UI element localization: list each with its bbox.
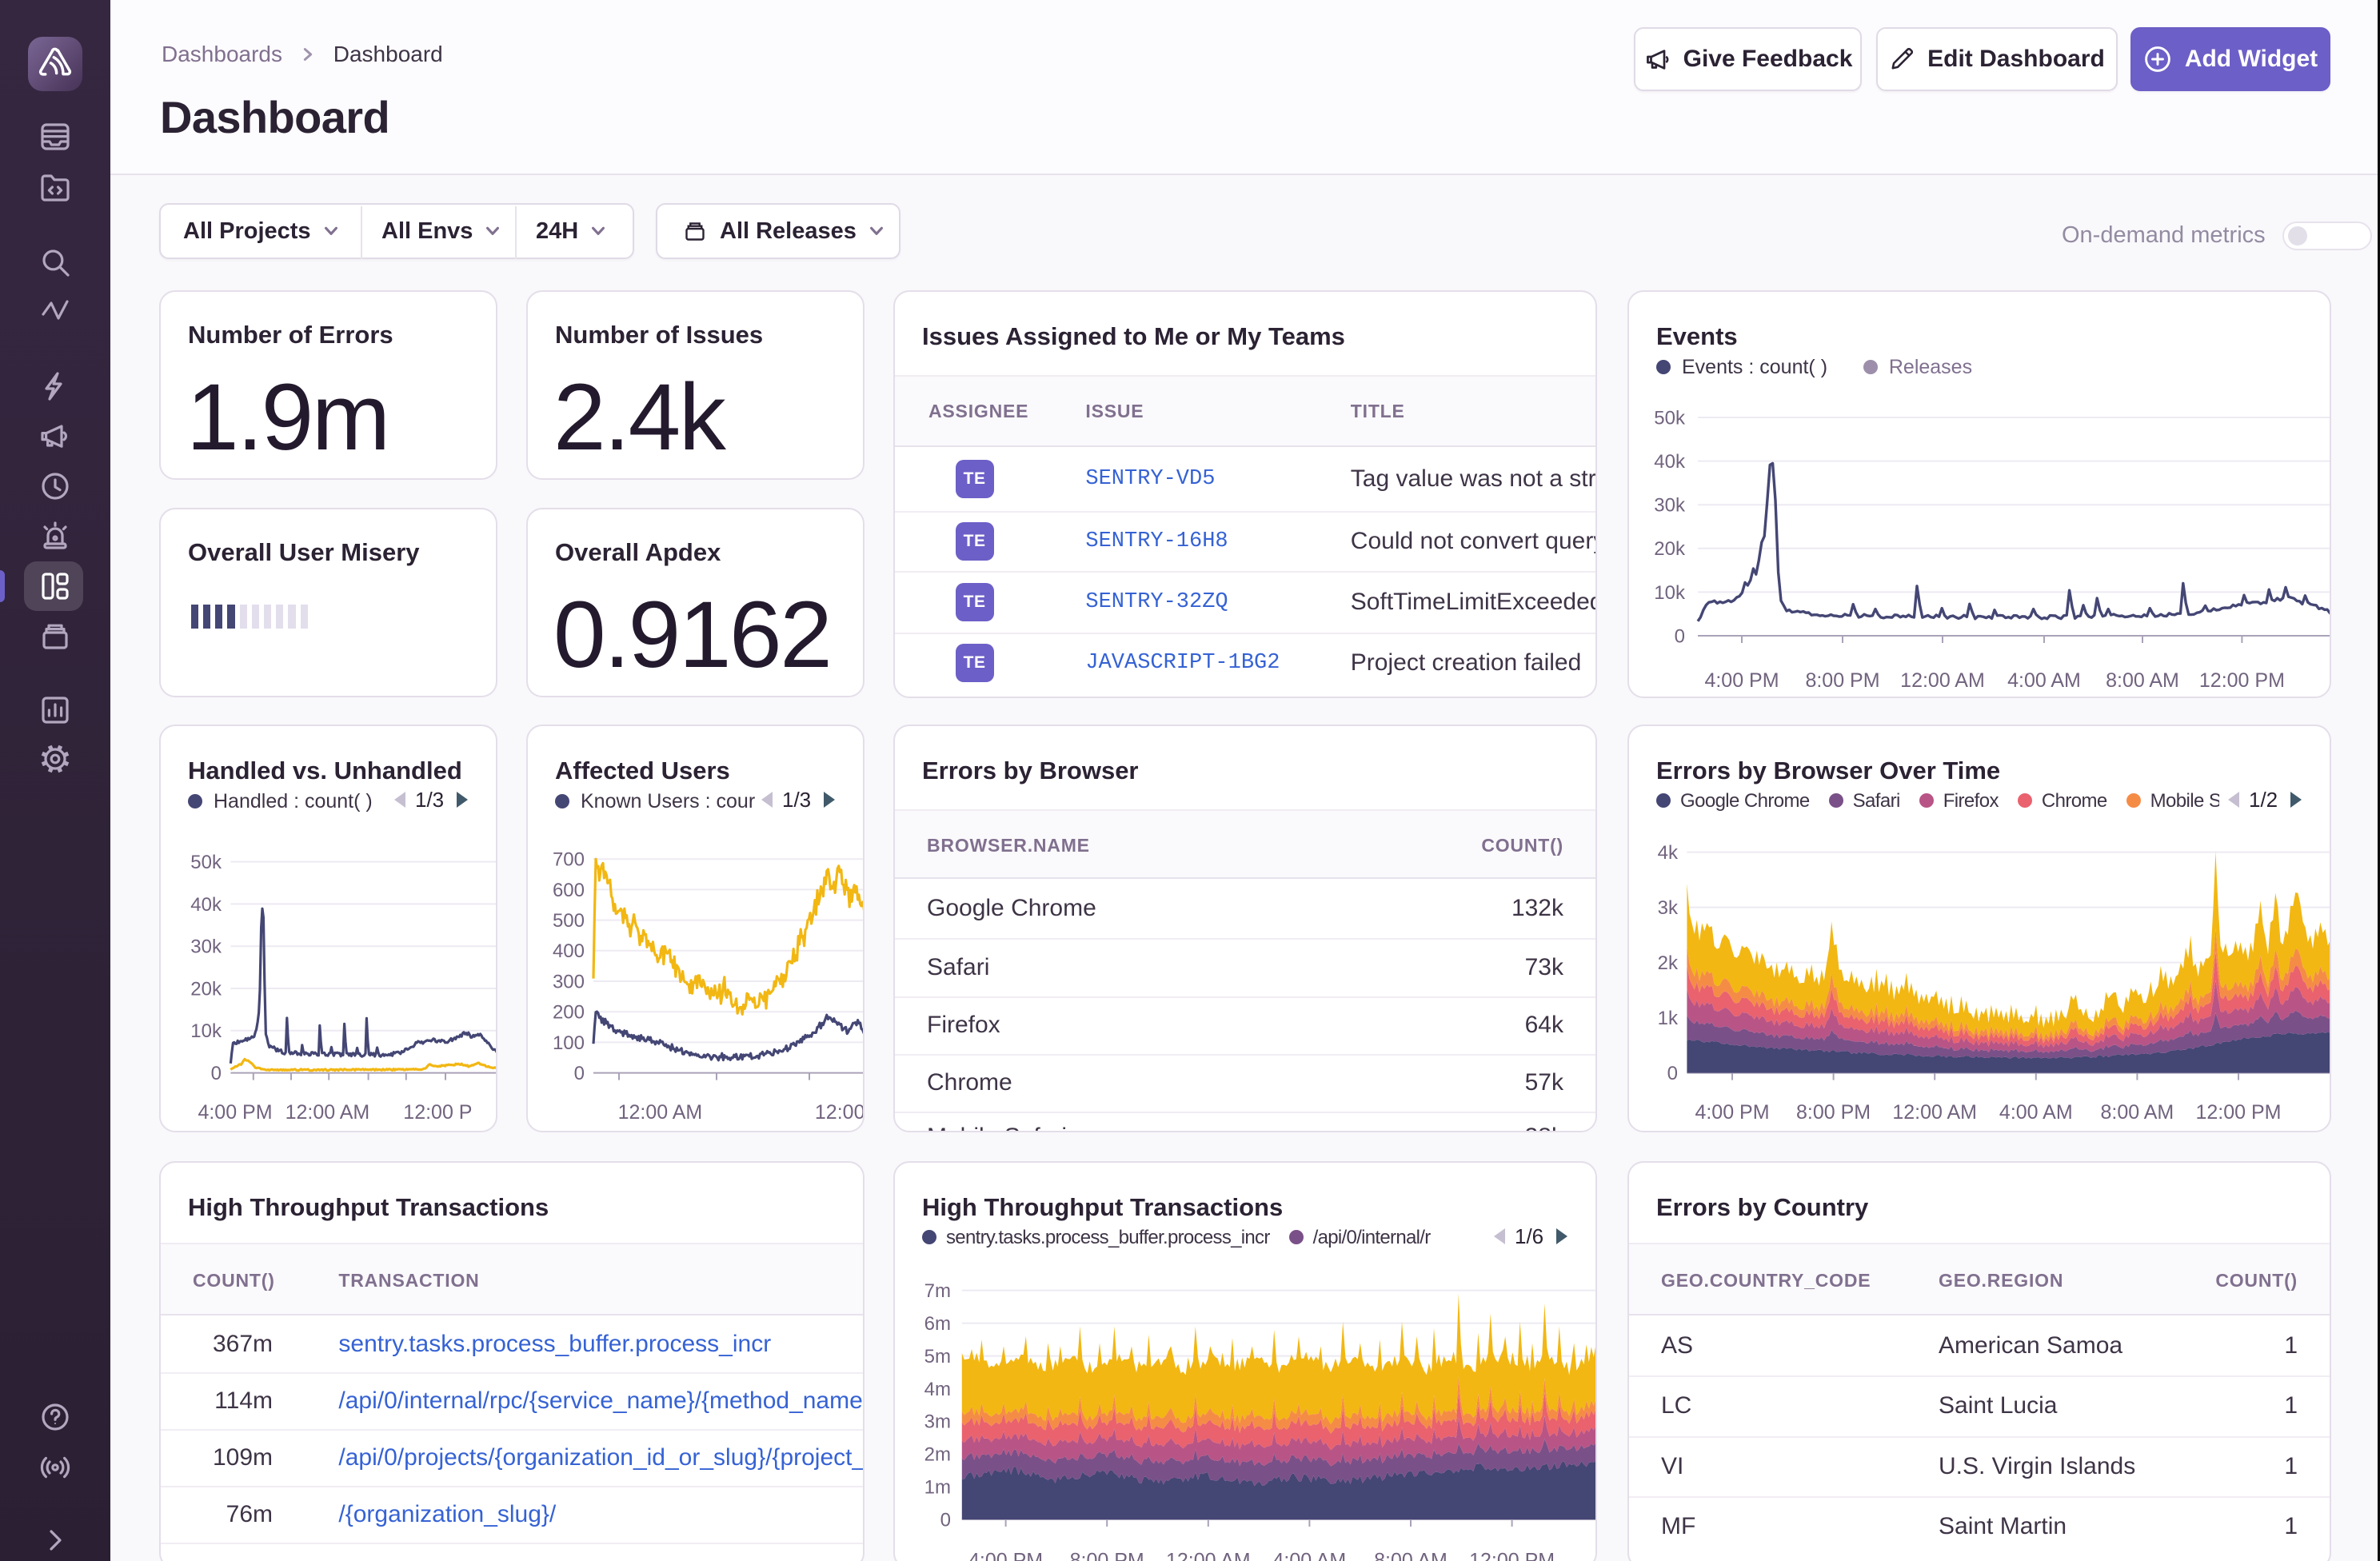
svg-text:8:00 AM: 8:00 AM	[2106, 669, 2179, 692]
svg-text:3m: 3m	[924, 1411, 951, 1433]
svg-text:12:00 AM: 12:00 AM	[1166, 1550, 1251, 1561]
svg-text:7m: 7m	[924, 1280, 951, 1302]
svg-text:10k: 10k	[1654, 582, 1686, 604]
svg-text:50k: 50k	[1654, 407, 1686, 429]
svg-text:20k: 20k	[190, 978, 222, 1000]
svg-text:12:00 PM: 12:00 PM	[2195, 1101, 2281, 1124]
svg-text:500: 500	[553, 910, 585, 932]
svg-text:8:00 AM: 8:00 AM	[1374, 1550, 1448, 1561]
svg-text:2k: 2k	[1658, 952, 1679, 974]
svg-text:300: 300	[553, 971, 585, 992]
svg-text:8:00 PM: 8:00 PM	[1070, 1550, 1144, 1561]
svg-text:12:00 AM: 12:00 AM	[618, 1101, 703, 1124]
svg-text:0: 0	[211, 1063, 222, 1084]
svg-text:12:00 AM: 12:00 AM	[1900, 669, 1985, 692]
svg-text:4:00 AM: 4:00 AM	[1273, 1550, 1347, 1561]
svg-text:12:00 AM: 12:00 AM	[286, 1101, 370, 1124]
svg-text:12:00 PM: 12:00 PM	[2199, 669, 2285, 692]
svg-text:4:00 PM: 4:00 PM	[198, 1101, 272, 1124]
svg-text:30k: 30k	[1654, 495, 1686, 517]
svg-text:600: 600	[553, 880, 585, 901]
svg-text:10k: 10k	[190, 1020, 222, 1042]
svg-text:700: 700	[553, 849, 585, 871]
svg-text:1m: 1m	[924, 1477, 951, 1499]
svg-text:4:00 AM: 4:00 AM	[1999, 1101, 2073, 1124]
svg-text:20k: 20k	[1654, 538, 1686, 560]
svg-text:8:00 AM: 8:00 AM	[2101, 1101, 2174, 1124]
svg-text:8:00 PM: 8:00 PM	[1805, 669, 1879, 692]
svg-text:0: 0	[574, 1063, 585, 1084]
svg-text:8:00 PM: 8:00 PM	[1796, 1101, 1871, 1124]
svg-text:12:00 AM: 12:00 AM	[1892, 1101, 1977, 1124]
svg-text:0: 0	[940, 1509, 951, 1531]
svg-text:12:00 P: 12:00 P	[403, 1101, 472, 1124]
svg-text:1k: 1k	[1658, 1008, 1679, 1029]
svg-text:50k: 50k	[190, 852, 222, 873]
svg-text:3k: 3k	[1658, 897, 1679, 919]
svg-text:30k: 30k	[190, 936, 222, 958]
svg-text:400: 400	[553, 940, 585, 962]
svg-text:4:00 PM: 4:00 PM	[1704, 669, 1779, 692]
svg-text:100: 100	[553, 1032, 585, 1054]
svg-text:200: 200	[553, 1002, 585, 1024]
svg-text:2m: 2m	[924, 1444, 951, 1466]
svg-text:4k: 4k	[1658, 842, 1679, 864]
svg-text:12:00 PM: 12:00 PM	[1469, 1550, 1555, 1561]
svg-text:4m: 4m	[924, 1379, 951, 1400]
svg-text:0: 0	[1667, 1063, 1678, 1084]
svg-text:5m: 5m	[924, 1346, 951, 1367]
svg-text:6m: 6m	[924, 1313, 951, 1335]
svg-text:4:00 AM: 4:00 AM	[2007, 669, 2081, 692]
svg-text:0: 0	[1675, 625, 1685, 647]
svg-text:4:00 PM: 4:00 PM	[1695, 1101, 1769, 1124]
svg-text:12:00 P: 12:00 P	[815, 1101, 865, 1124]
svg-text:4:00 PM: 4:00 PM	[968, 1550, 1043, 1561]
svg-text:40k: 40k	[190, 894, 222, 916]
svg-text:40k: 40k	[1654, 451, 1686, 473]
